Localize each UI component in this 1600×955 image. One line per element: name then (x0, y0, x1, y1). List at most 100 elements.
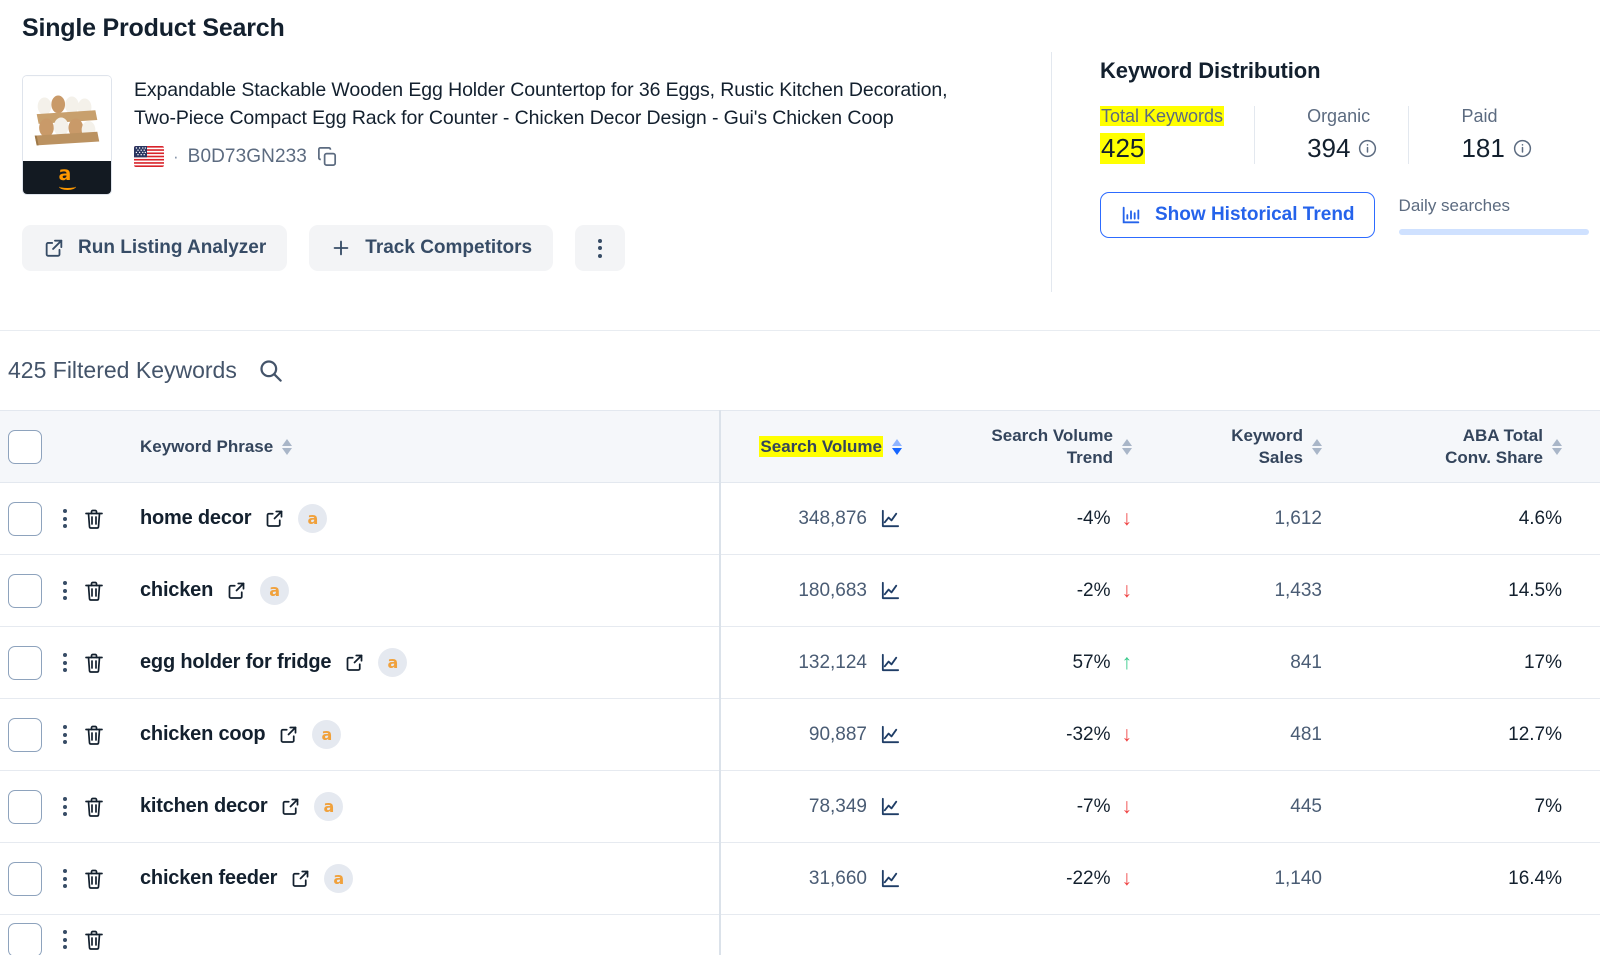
amazon-badge-icon[interactable]: a (324, 864, 354, 893)
table-row[interactable]: home decor a 348,876 -4% ↓ 1,612 4.6% (0, 482, 1600, 555)
trend-chart-icon[interactable] (879, 867, 902, 890)
trend-chart-icon[interactable] (879, 507, 902, 530)
track-competitors-button[interactable]: Track Competitors (309, 225, 554, 271)
external-link-icon[interactable] (278, 724, 299, 745)
search-volume-cell (719, 914, 930, 955)
amazon-badge-icon[interactable]: a (260, 576, 290, 605)
amazon-badge-icon[interactable]: a (312, 720, 342, 749)
keyword-sales-cell: 1,140 (1160, 842, 1350, 915)
table-row[interactable]: egg holder for fridge a 132,124 57% ↑ 841 17% (0, 626, 1600, 699)
product-more-options-button[interactable] (575, 225, 626, 271)
row-select-cell (0, 482, 48, 555)
kebab-menu-icon[interactable] (48, 869, 82, 888)
kebab-menu-icon[interactable] (48, 725, 82, 744)
row-select-cell (0, 698, 48, 771)
row-checkbox[interactable] (8, 717, 42, 752)
row-checkbox[interactable] (8, 861, 42, 896)
trash-icon[interactable] (82, 928, 140, 952)
search-volume-trend-cell: -7% ↓ (930, 770, 1160, 843)
trend-chart-icon[interactable] (879, 795, 902, 818)
daily-searches-slider[interactable] (1398, 228, 1589, 235)
trend-value: -7% (1076, 795, 1111, 817)
keyword-phrase-text: egg holder for fridge (140, 651, 332, 673)
search-volume-value: 78,349 (808, 795, 867, 817)
product-info: Expandable Stackable Wooden Egg Holder C… (134, 75, 964, 195)
stat-label: Total Keywords (1100, 106, 1225, 126)
kebab-menu-icon[interactable] (48, 509, 82, 528)
trash-icon[interactable] (82, 723, 140, 747)
keyword-sales-cell: 841 (1160, 626, 1350, 699)
run-listing-analyzer-label: Run Listing Analyzer (78, 237, 267, 258)
trend-chart-icon[interactable] (879, 723, 902, 746)
keyword-phrase-cell: kitchen decor a (140, 770, 720, 843)
table-row[interactable]: chicken feeder a 31,660 -22% ↓ 1,140 16.4% (0, 842, 1600, 915)
table-row-partial[interactable] (0, 914, 1600, 955)
info-icon[interactable] (1357, 138, 1378, 159)
show-historical-trend-button[interactable]: Show Historical Trend (1100, 192, 1375, 238)
run-listing-analyzer-button[interactable]: Run Listing Analyzer (22, 225, 288, 271)
row-checkbox[interactable] (8, 573, 42, 608)
kebab-menu-icon[interactable] (48, 930, 82, 950)
row-delete-cell (82, 915, 140, 955)
row-checkbox[interactable] (8, 922, 42, 955)
search-volume-value: 132,124 (798, 651, 867, 673)
trash-icon[interactable] (82, 651, 140, 675)
external-link-icon[interactable] (226, 580, 247, 601)
trend-chart-icon[interactable] (879, 651, 902, 674)
trash-icon[interactable] (82, 579, 140, 603)
trash-icon[interactable] (82, 867, 140, 891)
keyword-sales-cell: 1,433 (1160, 554, 1350, 627)
product-block: a Expandable Stackable Wooden Egg Holder… (22, 75, 1052, 195)
row-checkbox[interactable] (8, 501, 42, 536)
kebab-menu-icon[interactable] (48, 581, 82, 600)
row-delete-cell (82, 698, 140, 771)
column-header-aba-conv-share[interactable]: ABA Total Conv. Share (1350, 410, 1600, 483)
sort-icon[interactable] (282, 438, 293, 455)
trend-value: -32% (1066, 723, 1111, 745)
stat-organic: Organic 394 (1254, 106, 1408, 164)
table-row[interactable]: chicken a 180,683 -2% ↓ 1,433 14.5% (0, 554, 1600, 627)
sort-icon-active[interactable] (892, 438, 902, 455)
product-thumbnail[interactable]: a (22, 75, 112, 195)
row-menu-header (48, 410, 82, 483)
external-link-icon[interactable] (280, 796, 301, 817)
column-header-search-volume-trend[interactable]: Search Volume Trend (930, 410, 1160, 483)
row-select-cell (0, 770, 48, 843)
copy-icon[interactable] (316, 145, 339, 168)
select-all-checkbox[interactable] (8, 429, 42, 464)
external-link-icon[interactable] (344, 652, 365, 673)
trash-icon[interactable] (82, 507, 140, 531)
table-header: Keyword Phrase Search Volume Search Volu… (0, 410, 1600, 483)
daily-searches-control[interactable]: Daily searches (1398, 196, 1589, 235)
column-header-keyword-phrase[interactable]: Keyword Phrase (140, 410, 720, 483)
amazon-badge-icon[interactable]: a (378, 648, 408, 677)
table-row[interactable]: chicken coop a 90,887 -32% ↓ 481 12.7% (0, 698, 1600, 771)
column-header-keyword-sales[interactable]: Keyword Sales (1160, 410, 1350, 483)
external-link-icon[interactable] (290, 868, 311, 889)
trash-icon[interactable] (82, 795, 140, 819)
trend-down-arrow-icon: ↓ (1121, 579, 1133, 602)
info-icon[interactable] (1512, 138, 1533, 159)
sort-icon[interactable] (1122, 438, 1132, 455)
table-row[interactable]: kitchen decor a 78,349 -7% ↓ 445 7% (0, 770, 1600, 843)
keyword-phrase-text: chicken coop (140, 723, 266, 745)
search-volume-trend-cell: -32% ↓ (930, 698, 1160, 771)
kebab-menu-icon[interactable] (48, 653, 82, 672)
amazon-badge-icon[interactable]: a (314, 792, 344, 821)
trend-value: 57% (1072, 651, 1111, 673)
trend-down-arrow-icon: ↓ (1121, 723, 1133, 746)
column-header-search-volume[interactable]: Search Volume (719, 410, 930, 483)
kebab-menu-icon[interactable] (48, 797, 82, 816)
sort-icon[interactable] (1312, 438, 1322, 455)
sort-icon[interactable] (1552, 438, 1562, 455)
external-link-icon[interactable] (264, 508, 285, 529)
row-checkbox[interactable] (8, 645, 42, 680)
row-checkbox[interactable] (8, 789, 42, 824)
search-icon[interactable] (257, 357, 284, 384)
amazon-badge-icon[interactable]: a (298, 504, 328, 533)
trend-chart-icon[interactable] (879, 579, 902, 602)
keyword-phrase-cell: chicken a (140, 554, 720, 627)
stat-total-keywords: Total Keywords 425 (1100, 106, 1254, 164)
keyword-phrase-cell (140, 915, 720, 955)
stat-value: 394 (1307, 133, 1378, 164)
